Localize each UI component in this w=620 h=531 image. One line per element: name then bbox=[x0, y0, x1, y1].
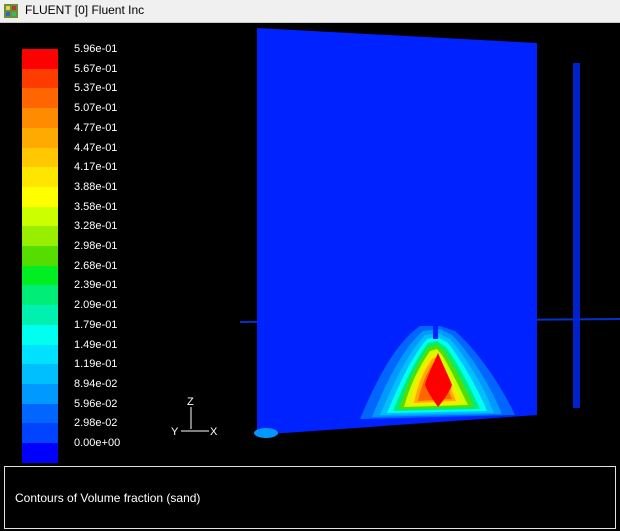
colorbar-swatch bbox=[22, 108, 58, 129]
colorbar-label: 5.07e-01 bbox=[74, 102, 118, 115]
colorbar-label: 5.37e-01 bbox=[74, 82, 118, 95]
colorbar-label: 1.79e-01 bbox=[74, 318, 118, 331]
colorbar-swatch bbox=[22, 167, 58, 188]
colorbar-label: 1.19e-01 bbox=[74, 358, 118, 371]
colorbar-label: 2.09e-01 bbox=[74, 299, 118, 312]
colorbar-swatch bbox=[22, 127, 58, 148]
colorbar-swatch bbox=[22, 423, 58, 444]
colorbar-label: 5.96e-01 bbox=[74, 43, 118, 55]
colorbar-label: 3.28e-01 bbox=[74, 220, 118, 233]
domain-corner-blob bbox=[254, 428, 278, 438]
colorbar-label: 4.17e-01 bbox=[74, 161, 118, 174]
colorbar-swatch bbox=[22, 364, 58, 385]
colorbar-label: 2.98e-01 bbox=[74, 240, 118, 252]
colorbar-swatch bbox=[22, 186, 58, 207]
colorbar-label: 2.98e-02 bbox=[74, 417, 118, 430]
colorbar-label: 0.00e+00 bbox=[74, 437, 121, 449]
axis-triad: Z Y X bbox=[171, 396, 218, 438]
colorbar-swatch bbox=[22, 68, 58, 89]
colorbar-label: 2.68e-01 bbox=[74, 259, 118, 272]
colorbar-label: 3.88e-01 bbox=[74, 180, 118, 193]
fluent-app-icon bbox=[4, 4, 18, 18]
colorbar-label: 1.49e-01 bbox=[74, 338, 118, 351]
colorbar-label: 4.47e-01 bbox=[74, 141, 118, 154]
colorbar-label: 2.39e-01 bbox=[74, 279, 118, 292]
colorbar-swatch bbox=[22, 246, 58, 266]
colorbar-swatch bbox=[22, 88, 58, 109]
colorbar-swatch bbox=[22, 285, 58, 306]
colorbar-swatch bbox=[22, 265, 58, 286]
colorbar-swatch bbox=[22, 403, 58, 424]
colorbar-swatch bbox=[22, 344, 58, 365]
colorbar-swatch bbox=[22, 324, 58, 345]
axis-y-label: Y bbox=[171, 426, 179, 438]
colorbar-label: 3.58e-01 bbox=[74, 200, 118, 213]
colorbar-swatch bbox=[22, 147, 58, 168]
colorbar-label: 5.96e-02 bbox=[74, 397, 118, 410]
colorbar-swatch bbox=[22, 305, 58, 326]
caption-panel: Contours of Volume fraction (sand) bbox=[4, 466, 616, 529]
graphics-viewport[interactable]: Z Y X 5.96e-01 5.67e-01 5.37e-01 5.07e-01 4.… bbox=[0, 23, 620, 465]
axis-z-label: Z bbox=[187, 396, 194, 408]
colorbar-swatch bbox=[22, 206, 58, 227]
plot-caption: Contours of Volume fraction (sand) bbox=[15, 491, 201, 505]
colorbar-swatch bbox=[22, 383, 58, 404]
colorbar-label: 5.67e-01 bbox=[74, 62, 118, 75]
colorbar-label: 8.94e-02 bbox=[74, 377, 118, 390]
colorbar-label: 4.77e-01 bbox=[74, 121, 118, 134]
window-title: FLUENT [0] Fluent Inc bbox=[25, 3, 145, 17]
colorbar-swatch bbox=[22, 226, 58, 247]
colorbar-swatch bbox=[22, 443, 58, 463]
axis-x-label: X bbox=[210, 426, 218, 438]
domain-side-strip bbox=[573, 63, 580, 408]
colorbar-swatch bbox=[22, 49, 58, 69]
window-titlebar[interactable]: FLUENT [0] Fluent Inc bbox=[0, 0, 620, 23]
